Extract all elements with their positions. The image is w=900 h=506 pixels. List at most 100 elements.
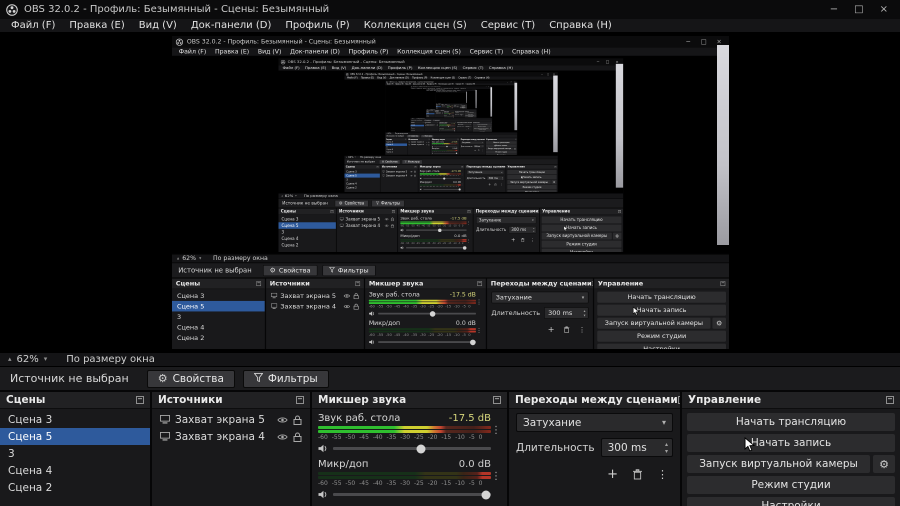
channel-menu-icon[interactable]: ⋮ xyxy=(475,299,481,305)
volume-slider[interactable] xyxy=(377,310,476,316)
remove-transition-button[interactable] xyxy=(520,236,524,243)
dock-float-icon[interactable] xyxy=(514,137,516,139)
spinner-arrows[interactable]: ▴ ▾ xyxy=(501,176,502,179)
scene-item[interactable]: Сцена 2 xyxy=(343,185,379,189)
menu-edit[interactable]: Правка (E) xyxy=(210,47,253,55)
filters-button[interactable]: Фильтры xyxy=(419,133,433,137)
dock-float-icon[interactable] xyxy=(375,164,378,167)
duration-input[interactable]: 300 ms ▴ ▾ xyxy=(600,438,673,457)
scene-item[interactable]: Сцена 2 xyxy=(172,332,265,343)
duration-input[interactable]: 300 ms ▴ ▾ xyxy=(463,124,471,127)
transition-select[interactable]: Затухание ▾ xyxy=(453,111,463,113)
channel-menu-icon[interactable]: ⋮ xyxy=(456,142,457,143)
volume-slider[interactable] xyxy=(422,187,460,190)
start-streaming-button[interactable]: Начать трансляцию xyxy=(540,215,621,223)
menu-profile[interactable]: Профиль (P) xyxy=(384,65,414,70)
menu-scene-collection[interactable]: Коллекция сцен (S) xyxy=(436,82,453,84)
spin-down-icon[interactable]: ▾ xyxy=(501,177,502,179)
preview[interactable] xyxy=(434,91,466,103)
lock-icon[interactable] xyxy=(412,173,415,176)
channel-menu-icon[interactable]: ⋮ xyxy=(460,183,462,185)
menu-docks[interactable]: Док-панели (D) xyxy=(387,76,409,79)
start-recording-button[interactable]: Начать запись xyxy=(506,174,556,179)
menu-scene-collection[interactable]: Коллекция сцен (S) xyxy=(428,76,456,79)
spinner-arrows[interactable]: ▴ ▾ xyxy=(665,441,668,455)
spin-up-icon[interactable]: ▴ xyxy=(501,176,502,178)
preview[interactable]: OBS 32.0.2 - Профиль: Безымянный - Сцены… xyxy=(343,78,557,155)
volume-slider[interactable] xyxy=(405,227,466,232)
lock-icon[interactable] xyxy=(390,216,394,221)
lock-icon[interactable] xyxy=(293,432,302,442)
menu-scene-collection[interactable]: Коллекция сцен (S) xyxy=(357,19,474,32)
channel-menu-icon[interactable]: ⋮ xyxy=(466,238,470,242)
start-recording-button[interactable]: Начать запись xyxy=(596,304,726,316)
visibility-icon[interactable] xyxy=(409,174,412,176)
menu-tools[interactable]: Сервис (T) xyxy=(465,47,507,55)
preview[interactable]: OBS 32.0.2 - Профиль: Безымянный - Сцены… xyxy=(424,89,476,108)
source-item[interactable]: Захват экрана 5 xyxy=(336,215,397,222)
menu-file[interactable]: Файл (F) xyxy=(174,47,210,55)
start-streaming-button[interactable]: Начать трансляцию xyxy=(463,111,476,113)
transition-menu-button[interactable]: ⋮ xyxy=(578,326,585,333)
properties-button[interactable]: ⚙ Свойства xyxy=(422,118,431,120)
properties-button[interactable]: ⚙ Свойства xyxy=(262,264,317,276)
zoom-up-icon[interactable]: ▴ xyxy=(281,194,282,197)
scene-item[interactable]: Сцена 2 xyxy=(278,241,335,248)
add-transition-button[interactable]: + xyxy=(547,325,554,333)
menu-edit[interactable]: Правка (E) xyxy=(62,19,131,32)
close-button[interactable]: × xyxy=(489,85,490,86)
add-transition-button[interactable]: + xyxy=(510,237,514,242)
start-streaming-button[interactable]: Начать трансляцию xyxy=(687,413,895,431)
virtual-camera-settings-button[interactable]: ⚙ xyxy=(612,231,621,239)
dock-float-icon[interactable] xyxy=(413,164,416,167)
menu-file[interactable]: Файл (F) xyxy=(344,76,358,79)
close-button[interactable]: × xyxy=(880,4,888,15)
slider-handle[interactable] xyxy=(437,227,441,232)
filters-button[interactable]: Фильтры xyxy=(431,118,440,120)
dock-float-icon[interactable] xyxy=(456,137,458,139)
settings-button[interactable]: Настройки xyxy=(540,247,621,252)
slider-handle[interactable] xyxy=(442,176,445,179)
scene-item[interactable]: 3 xyxy=(278,228,335,235)
dock-float-icon[interactable] xyxy=(255,280,261,286)
dock-float-icon[interactable] xyxy=(404,137,406,139)
scene-item[interactable]: Сцена 4 xyxy=(384,147,406,150)
start-recording-button[interactable]: Начать запись xyxy=(471,124,491,126)
transition-menu-button[interactable]: ⋮ xyxy=(499,182,502,185)
slider-handle[interactable] xyxy=(462,245,466,249)
close-button[interactable]: × xyxy=(513,80,514,81)
scene-item[interactable]: Сцена 3 xyxy=(409,122,423,124)
menu-docks[interactable]: Док-панели (D) xyxy=(184,19,279,32)
virtual-camera-settings-button[interactable]: ⚙ xyxy=(550,178,556,184)
close-button[interactable]: × xyxy=(716,38,721,44)
zoom-down-icon[interactable]: ▾ xyxy=(354,155,355,158)
scene-item[interactable]: Сцена 4 xyxy=(343,181,379,185)
menu-tools[interactable]: Сервис (T) xyxy=(474,19,542,32)
duration-input[interactable]: 300 ms ▴ ▾ xyxy=(507,225,536,233)
visibility-icon[interactable] xyxy=(424,143,427,144)
source-item[interactable]: Захват экрана 5 xyxy=(406,140,429,142)
dock-float-icon[interactable] xyxy=(719,280,725,286)
scene-item-selected[interactable]: Сцена 5 xyxy=(277,221,336,228)
menu-view[interactable]: Вид (V) xyxy=(132,19,184,32)
fit-to-window-label[interactable]: По размеру окна xyxy=(303,193,337,197)
scene-item-selected[interactable]: Сцена 5 xyxy=(0,428,150,445)
menu-edit[interactable]: Правка (E) xyxy=(302,65,329,70)
filters-button[interactable]: Фильтры xyxy=(321,264,375,276)
scene-item[interactable]: Сцена 4 xyxy=(0,462,150,479)
menu-profile[interactable]: Профиль (P) xyxy=(409,76,428,79)
minimize-button[interactable]: − xyxy=(830,4,838,15)
settings-button[interactable]: Настройки xyxy=(506,188,556,192)
volume-slider[interactable] xyxy=(377,338,476,345)
slider-handle[interactable] xyxy=(416,444,426,453)
preview[interactable]: OBS 32.0.2 - Профиль: Безымянный - Сцены… xyxy=(277,69,623,193)
settings-button[interactable]: Настройки xyxy=(687,497,895,506)
menu-file[interactable]: Файл (F) xyxy=(279,65,301,70)
slider-handle[interactable] xyxy=(457,187,460,190)
visibility-icon[interactable] xyxy=(277,416,288,424)
visibility-icon[interactable] xyxy=(343,303,350,308)
menu-view[interactable]: Вид (V) xyxy=(328,65,348,70)
menu-help[interactable]: Справка (H) xyxy=(507,47,554,55)
menu-docks[interactable]: Док-панели (D) xyxy=(285,47,344,55)
scene-item[interactable]: Сцена 3 xyxy=(384,140,406,142)
